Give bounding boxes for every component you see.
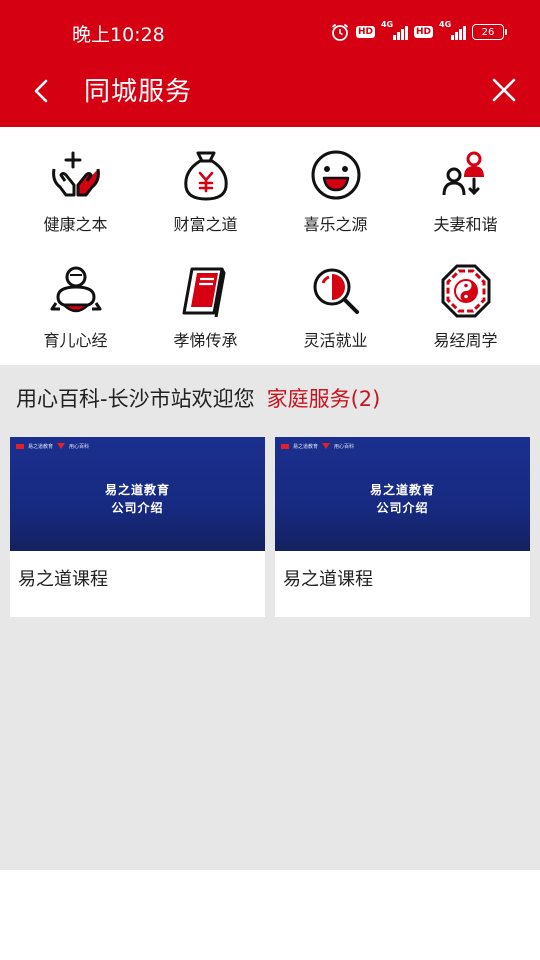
status-icons: HD 4G HD 4G 26	[330, 20, 507, 44]
baby-icon	[50, 266, 101, 313]
top-bar: 晚上10:28 HD 4G HD 4G 26 同城服务	[0, 0, 540, 127]
bottom-area	[0, 870, 540, 960]
back-button[interactable]	[24, 74, 58, 108]
money-bag-icon	[183, 151, 228, 201]
signal-4g-icon: 4G	[381, 20, 408, 40]
content-area: 用心百科-长沙市站欢迎您 家庭服务(2) 易之道教育 用心百科 易之道教育 公司介绍…	[0, 365, 540, 870]
category-grid: 健康之本 财富之道 喜乐之源 夫妻和谐 育儿心经 孝悌传承 灵活就业 易经周学	[0, 127, 540, 365]
course-title: 易之道课程	[18, 569, 108, 590]
hd-icon: HD	[413, 26, 433, 38]
page-title: 同城服务	[84, 77, 193, 107]
smile-face-icon	[311, 150, 360, 200]
thumbnail-line2: 公司介绍	[111, 501, 164, 515]
course-thumbnail: 易之道教育 用心百科 易之道教育 公司介绍	[10, 437, 265, 551]
thumbnail-line2: 公司介绍	[376, 501, 429, 515]
course-thumbnail: 易之道教育 用心百科 易之道教育 公司介绍	[275, 437, 530, 551]
signal-4g-icon: 4G	[439, 20, 466, 40]
section-heading: 用心百科-长沙市站欢迎您 家庭服务(2)	[16, 383, 380, 413]
category-label: 灵活就业	[303, 331, 368, 350]
chevron-left-icon	[34, 79, 48, 103]
battery-icon: 26	[472, 24, 507, 40]
thumbnail-line1: 易之道教育	[369, 483, 435, 497]
family-services-link[interactable]: 家庭服务(2)	[267, 387, 381, 411]
category-iching[interactable]: 易经周学	[398, 263, 533, 373]
couple-icon	[442, 151, 484, 196]
close-button[interactable]	[486, 72, 522, 108]
section-title: 用心百科-长沙市站欢迎您	[16, 387, 255, 411]
category-label: 喜乐之源	[303, 215, 368, 234]
category-wealth[interactable]: 财富之道	[138, 147, 273, 257]
status-time: 晚上10:28	[72, 24, 165, 46]
course-title: 易之道课程	[283, 569, 373, 590]
category-filial[interactable]: 孝悌传承	[138, 263, 273, 373]
book-icon	[182, 267, 226, 318]
hd-icon: HD	[355, 26, 375, 38]
course-card[interactable]: 易之道教育 用心百科 易之道教育 公司介绍 易之道课程	[10, 437, 265, 617]
alarm-icon	[330, 22, 350, 42]
category-label: 易经周学	[433, 331, 498, 350]
category-label: 夫妻和谐	[433, 215, 498, 234]
category-label: 孝悌传承	[173, 331, 238, 350]
category-label: 健康之本	[43, 215, 108, 234]
status-bar: 晚上10:28 HD 4G HD 4G 26	[0, 0, 540, 62]
category-label: 育儿心经	[43, 331, 108, 350]
category-label: 财富之道	[173, 215, 238, 234]
course-card[interactable]: 易之道教育 用心百科 易之道教育 公司介绍 易之道课程	[275, 437, 530, 617]
close-icon	[492, 78, 516, 102]
health-hands-icon	[51, 151, 100, 197]
thumbnail-line1: 易之道教育	[104, 483, 170, 497]
category-joy[interactable]: 喜乐之源	[268, 147, 403, 257]
category-couple[interactable]: 夫妻和谐	[398, 147, 533, 257]
category-health[interactable]: 健康之本	[8, 147, 143, 257]
nav-bar: 同城服务	[0, 62, 540, 127]
brand-logo: 易之道教育 用心百科	[16, 441, 89, 451]
category-parenting[interactable]: 育儿心经	[8, 263, 143, 373]
category-jobs[interactable]: 灵活就业	[268, 263, 403, 373]
search-job-icon	[313, 268, 359, 314]
bagua-icon	[441, 264, 490, 318]
brand-logo: 易之道教育 用心百科	[281, 441, 354, 451]
